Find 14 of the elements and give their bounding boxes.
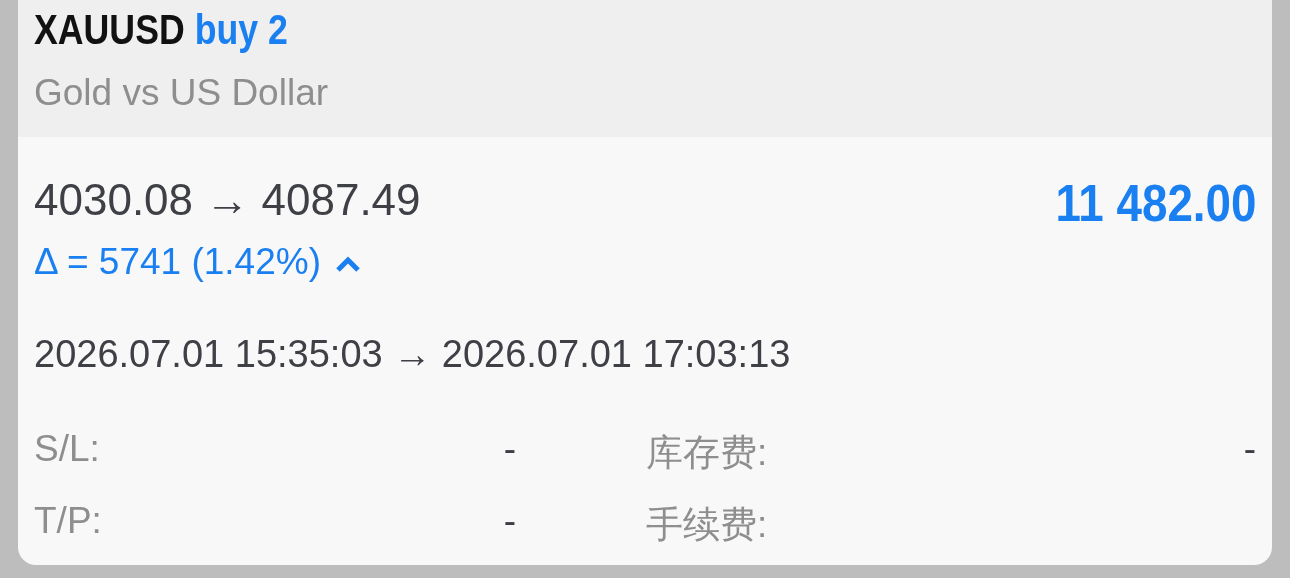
detail-label: S/L: xyxy=(34,428,101,471)
detail-label: 手续费: xyxy=(646,503,768,547)
price-range: 4030.08 → 4087.49 xyxy=(34,175,421,225)
detail-value: - xyxy=(502,500,516,543)
symbol-text: XAUUSD xyxy=(34,6,185,53)
price-delta: Δ = 5741 (1.42%) xyxy=(34,241,321,283)
detail-label: 库存费: xyxy=(646,431,768,475)
profit-value: 11 482.00 xyxy=(1054,173,1256,233)
detail-value: - xyxy=(1243,428,1256,469)
side-text: buy 2 xyxy=(194,6,288,53)
detail-label: T/P: xyxy=(34,500,103,543)
time-range: 2026.07.01 15:35:03 → 2026.07.01 17:03:13 xyxy=(34,333,792,376)
detail-value: - xyxy=(502,428,516,471)
symbol-description: Gold vs US Dollar xyxy=(34,72,330,114)
